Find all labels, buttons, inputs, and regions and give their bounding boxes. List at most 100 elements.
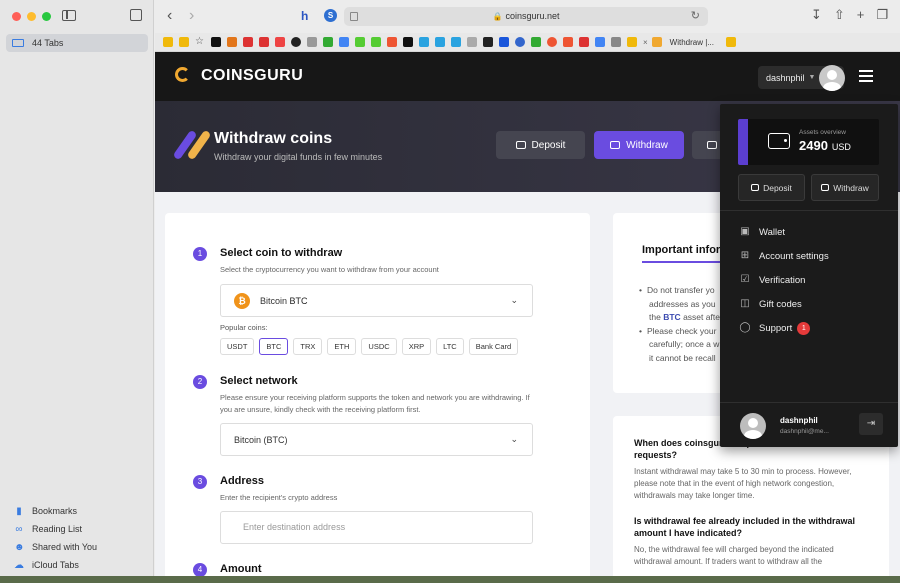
coin-chip-usdc[interactable]: USDC (361, 338, 397, 355)
chevron-down-icon: ⌄ (510, 295, 518, 305)
reload-icon[interactable]: ↻ (691, 7, 700, 26)
info-text: the (649, 312, 661, 322)
logout-icon: ⇥ (866, 418, 876, 429)
close-window-button[interactable] (12, 12, 21, 21)
tab-favicon[interactable] (483, 37, 493, 47)
sidebar-tabs-label: 44 Tabs (32, 38, 64, 48)
tab-favicon[interactable] (243, 37, 253, 47)
coin-select[interactable]: ₿ Bitcoin BTC ⌄ (220, 284, 533, 317)
sidebar-item-bookmarks[interactable]: ▮ Bookmarks (14, 502, 97, 520)
extension-icon[interactable]: S (324, 9, 337, 22)
brand-name[interactable]: COINSGURU (201, 67, 303, 85)
assets-balance: 2490 USD (799, 138, 851, 153)
coin-chip-usdt[interactable]: USDT (220, 338, 255, 355)
withdraw-button[interactable]: Withdraw (594, 131, 684, 159)
share-icon[interactable]: ⇧ (834, 7, 845, 23)
tab-favicon[interactable] (371, 37, 381, 47)
tab-favicon[interactable] (307, 37, 317, 47)
tab-favicon[interactable] (163, 37, 173, 47)
sidebar-toggle-icon[interactable] (62, 10, 76, 21)
forward-icon[interactable]: › (189, 7, 194, 25)
window-controls (12, 12, 51, 21)
tab-favicon[interactable] (227, 37, 237, 47)
tab-favicon[interactable] (403, 37, 413, 47)
tab-favicon[interactable] (725, 37, 736, 47)
coin-chip-btc[interactable]: BTC (259, 338, 289, 355)
tab-favicon[interactable] (435, 37, 445, 47)
wallet-icon (751, 184, 760, 191)
balance-currency: USD (831, 142, 851, 152)
tab-favicon[interactable] (499, 37, 509, 47)
menu-item-gift-codes[interactable]: ◫ Gift codes (739, 292, 829, 316)
wallet-icon (821, 184, 830, 191)
coin-chip-bank-card[interactable]: Bank Card (468, 338, 519, 355)
coinsguru-logo-icon[interactable] (175, 67, 190, 82)
menu-item-account-settings[interactable]: ⊞ Account settings (739, 244, 829, 268)
tab-favicon[interactable] (579, 37, 589, 47)
tab-favicon[interactable] (627, 37, 637, 47)
tab-favicon[interactable] (547, 37, 557, 47)
menu-item-label: Gift codes (759, 298, 802, 310)
logout-button[interactable]: ⇥ (859, 413, 883, 435)
tab-favicon[interactable] (291, 37, 301, 47)
minimize-window-button[interactable] (27, 12, 36, 21)
active-tab[interactable]: × Withdraw |... (643, 37, 714, 47)
sidebar-item-reading-list[interactable]: ∞ Reading List (14, 520, 97, 538)
user-name: dashnphil (780, 416, 818, 425)
tab-favicon[interactable] (451, 37, 461, 47)
address-bar[interactable]: 🔒 coinsguru.net ↻ (344, 7, 708, 26)
back-icon[interactable]: ‹ (167, 7, 172, 25)
tab-favicon[interactable] (611, 37, 621, 47)
new-tab-icon[interactable]: + (857, 7, 865, 23)
menu-item-wallet[interactable]: ▣ Wallet (739, 220, 829, 244)
coin-chip-eth[interactable]: ETH (327, 338, 357, 355)
tab-favicon[interactable] (179, 37, 189, 47)
tab-favicon[interactable] (419, 37, 429, 47)
tab-favicon[interactable] (595, 37, 605, 47)
step-number: 3 (193, 475, 207, 489)
tab-favicon[interactable] (339, 37, 349, 47)
hamburger-menu-icon[interactable] (859, 70, 873, 82)
faq-answer: No, the withdrawal fee will charged beyo… (634, 545, 834, 566)
menu-item-verification[interactable]: ☑ Verification (739, 268, 829, 292)
close-tab-icon[interactable]: × (643, 38, 648, 47)
sidebar-item-shared[interactable]: ☻ Shared with You (14, 538, 97, 556)
network-select[interactable]: Bitcoin (BTC) ⌄ (220, 423, 533, 456)
sidebar-tabs-group[interactable]: 44 Tabs (6, 34, 148, 52)
tab-favicon[interactable] (531, 37, 541, 47)
deposit-button[interactable]: Deposit (496, 131, 585, 159)
tab-favicon[interactable] (355, 37, 365, 47)
divider (720, 402, 898, 403)
popular-coins-list: USDT BTC TRX ETH USDC XRP LTC Bank Card (220, 338, 519, 355)
tab-favicon[interactable] (515, 37, 525, 47)
coin-chip-ltc[interactable]: LTC (436, 338, 464, 355)
coin-chip-trx[interactable]: TRX (293, 338, 323, 355)
coin-chip-xrp[interactable]: XRP (401, 338, 432, 355)
info-text: asset afte (683, 312, 720, 322)
tab-favicon[interactable] (387, 37, 397, 47)
step-description: Please ensure your receiving platform su… (220, 393, 530, 414)
tab-favicon[interactable] (323, 37, 333, 47)
tab-favicon[interactable] (275, 37, 285, 47)
sidebar-item-icloud[interactable]: ☁ iCloud Tabs (14, 556, 97, 574)
dropdown-withdraw-button[interactable]: Withdraw (811, 174, 879, 201)
extension-icon[interactable]: h (301, 9, 308, 23)
tab-favicon[interactable] (467, 37, 477, 47)
download-icon[interactable]: ↧ (811, 7, 822, 23)
tab-overview-icon[interactable] (130, 9, 142, 21)
avatar[interactable] (819, 65, 845, 91)
address-input[interactable]: Enter destination address (220, 511, 533, 544)
toolbar-right: ↧ ⇧ + ❐ (811, 7, 888, 23)
step-title: Amount (220, 563, 262, 575)
page-title: Withdraw coins (214, 130, 333, 147)
zoom-window-button[interactable] (42, 12, 51, 21)
tab-favicon[interactable] (259, 37, 269, 47)
faq-answer: Instant withdrawal may take 5 to 30 min … (634, 467, 852, 500)
tabs-icon[interactable]: ❐ (876, 7, 888, 23)
star-icon[interactable]: ☆ (195, 37, 205, 47)
tab-favicon[interactable] (563, 37, 573, 47)
info-text: Please check your (646, 325, 717, 336)
tab-favicon[interactable] (211, 37, 221, 47)
dropdown-deposit-button[interactable]: Deposit (738, 174, 805, 201)
menu-item-support[interactable]: ◯ Support 1 (739, 316, 829, 340)
